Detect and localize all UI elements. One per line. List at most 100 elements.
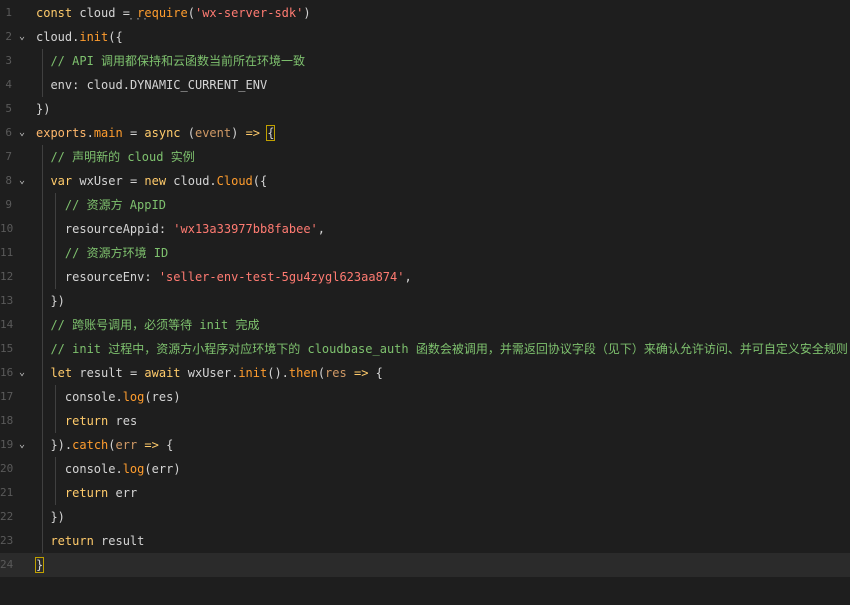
code-line[interactable]: 4 env: cloud.DYNAMIC_CURRENT_ENV (0, 73, 850, 97)
fold-chevron-icon[interactable]: ⌄ (17, 361, 27, 385)
code-line[interactable]: 6 ⌄ exports.main = async (event) => { (0, 121, 850, 145)
code-line[interactable]: 8 ⌄ var wxUser = new cloud.Cloud({ (0, 169, 850, 193)
token: log (122, 462, 145, 476)
token: resourceEnv: (64, 270, 159, 284)
token: return (50, 534, 94, 548)
line-number: 18 (0, 414, 14, 427)
token: } (34, 557, 45, 573)
code-text: // 声明新的 cloud 实例 (36, 145, 194, 169)
code-line[interactable]: 3 // API 调用都保持和云函数当前所在环境一致 (0, 49, 850, 73)
token: res (151, 390, 174, 404)
code-line[interactable]: 2 ⌄ cloud.init({ (0, 25, 850, 49)
code-line[interactable]: 20 console.log(err) (0, 457, 850, 481)
token: ({ (108, 30, 123, 44)
code-text: env: cloud.DYNAMIC_CURRENT_ENV (36, 73, 267, 97)
code-line[interactable]: 17 console.log(res) (0, 385, 850, 409)
line-number: 17 (0, 390, 14, 403)
token: => (353, 366, 369, 380)
code-line[interactable]: 14 // 跨账号调用，必须等待 init 完成 (0, 313, 850, 337)
code-line[interactable]: 23 return result (0, 529, 850, 553)
fold-chevron-icon[interactable]: ⌄ (17, 25, 27, 49)
line-number: 10 (0, 222, 14, 235)
token: , (317, 222, 326, 236)
token: console. (64, 390, 123, 404)
token: event (194, 126, 232, 140)
token: console. (64, 462, 123, 476)
code-text: cloud.init({ (36, 25, 123, 49)
token: 'wx-server-sdk' (194, 6, 304, 20)
code-line[interactable]: 24} (0, 553, 850, 577)
code-text: var wxUser = new cloud.Cloud({ (36, 169, 267, 193)
token: env: cloud. (50, 78, 130, 92)
token: ) (173, 462, 181, 476)
line-number: 20 (0, 462, 14, 475)
token: cloud. (166, 174, 217, 188)
code-text: // 资源方 AppID (36, 193, 166, 217)
code-text: }).catch(err => { (36, 433, 173, 457)
code-line[interactable]: 1 const cloud = require('wx-server-sdk') ·… (0, 1, 850, 25)
line-number: 24 (0, 558, 14, 571)
token: , (404, 270, 412, 284)
token: }) (50, 294, 65, 308)
line-number: 2 (5, 30, 12, 43)
token: main (93, 126, 123, 140)
token: // API 调用都保持和云函数当前所在环境一致 (50, 54, 306, 68)
token: = (129, 366, 145, 380)
token: ( (108, 438, 116, 452)
code-text: resourceAppid: 'wx13a33977bb8fabee', (36, 217, 325, 241)
line-number: 8 (5, 174, 12, 187)
code-line[interactable]: 16 ⌄ let result = await wxUser.init().the… (0, 361, 850, 385)
line-number: 22 (0, 510, 14, 523)
token: }). (50, 438, 73, 452)
code-text: let result = await wxUser.init().then(re… (36, 361, 383, 385)
token: exports (36, 126, 87, 140)
code-text: // init 过程中，资源方小程序对应环境下的 cloudbase_auth … (36, 337, 847, 361)
token: => (144, 438, 159, 452)
code-line[interactable]: 21 return err (0, 481, 850, 505)
code-editor[interactable]: 1 const cloud = require('wx-server-sdk') ·… (0, 0, 850, 605)
line-number: 16 (0, 366, 14, 379)
token: 'seller-env-test-5gu4zygl623aa874' (158, 270, 405, 284)
code-line[interactable]: 22 }) (0, 505, 850, 529)
line-number: 23 (0, 534, 14, 547)
code-line[interactable]: 10 resourceAppid: 'wx13a33977bb8fabee', (0, 217, 850, 241)
token: (). (267, 366, 289, 380)
token: let (50, 366, 73, 380)
fold-chevron-icon[interactable]: ⌄ (17, 169, 27, 193)
code-text: resourceEnv: 'seller-env-test-5gu4zygl62… (36, 265, 412, 289)
line-number: 15 (0, 342, 14, 355)
fold-chevron-icon[interactable]: ⌄ (17, 433, 27, 457)
token: DYNAMIC_CURRENT_ENV (129, 78, 268, 92)
token: cloud (36, 30, 73, 44)
line-number: 13 (0, 294, 14, 307)
code-text: // API 调用都保持和云函数当前所在环境一致 (36, 49, 305, 73)
token: err (115, 438, 138, 452)
token: = (129, 174, 145, 188)
code-line[interactable]: 7 // 声明新的 cloud 实例 (0, 145, 850, 169)
token: cloud (72, 6, 123, 20)
token: new (144, 174, 167, 188)
token: => (245, 126, 261, 140)
code-text: return result (36, 529, 144, 553)
token: wxUser. (180, 366, 239, 380)
token: log (122, 390, 145, 404)
token: ( (144, 390, 152, 404)
code-line[interactable]: 5}) (0, 97, 850, 121)
token: = (122, 126, 145, 140)
token: // 资源方环境 ID (64, 246, 169, 260)
code-line[interactable]: 19 ⌄ }).catch(err => { (0, 433, 850, 457)
code-line[interactable]: 11 // 资源方环境 ID (0, 241, 850, 265)
line-number: 9 (5, 198, 12, 211)
code-text: // 资源方环境 ID (36, 241, 168, 265)
token: { (368, 366, 383, 380)
code-line[interactable]: 12 resourceEnv: 'seller-env-test-5gu4zyg… (0, 265, 850, 289)
token: result (72, 366, 130, 380)
line-number: 21 (0, 486, 14, 499)
code-line[interactable]: 15 // init 过程中，资源方小程序对应环境下的 cloudbase_au… (0, 337, 850, 361)
fold-chevron-icon[interactable]: ⌄ (17, 121, 27, 145)
code-line[interactable]: 18 return res (0, 409, 850, 433)
code-line[interactable]: 13 }) (0, 289, 850, 313)
code-line[interactable]: 9 // 资源方 AppID (0, 193, 850, 217)
token: var (50, 174, 73, 188)
